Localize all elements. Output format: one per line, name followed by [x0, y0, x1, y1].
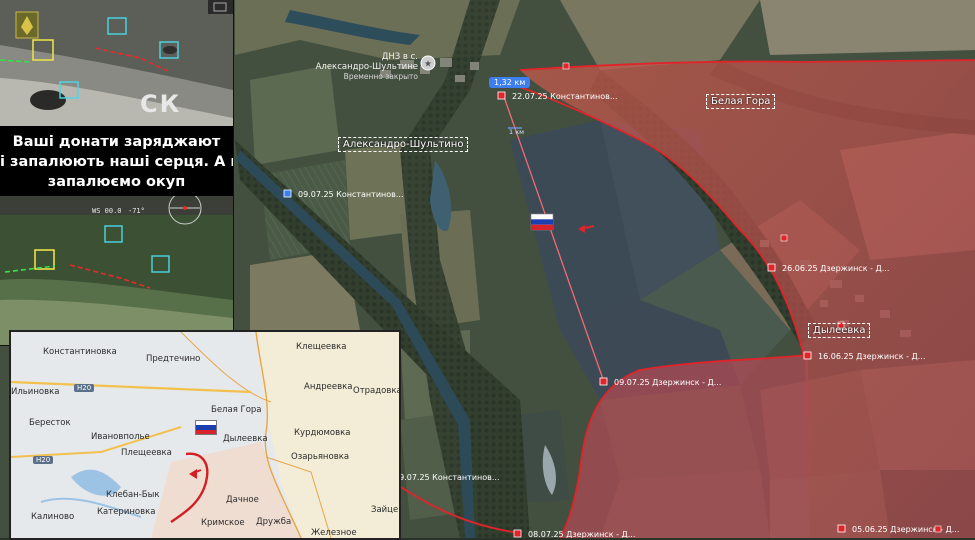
place-label: Ивановполье: [91, 432, 150, 442]
hud-readout: WS 00.0: [92, 207, 122, 215]
place-label: Константиновка: [43, 347, 117, 357]
marker-front-2[interactable]: [780, 234, 788, 242]
place-label: Озарьяновка: [291, 452, 350, 462]
place-label: Калиново: [31, 512, 75, 522]
marker-4[interactable]: 16.06.25 Дзержинск - Д...: [803, 351, 925, 361]
place-label: Кримское: [201, 518, 245, 528]
place-label: Предтечино: [146, 354, 201, 364]
place-label: Ильиновка: [11, 387, 60, 397]
svg-text:09.07.25 Константинов...: 09.07.25 Константинов...: [394, 473, 500, 482]
place-label: Клебан-Бык: [106, 490, 160, 500]
place-label: Железное: [311, 528, 357, 538]
place-label: Дружба: [256, 517, 292, 527]
distance-badge: 1,32 км: [489, 77, 531, 88]
svg-text:26.06.25 Дзержинск - Д...: 26.06.25 Дзержинск - Д...: [782, 264, 889, 273]
village-label-dyleevka: Дылеевка: [808, 323, 871, 338]
village-label-belaya-gora: Белая Гора: [706, 94, 776, 109]
svg-text:ДНЗ в с.: ДНЗ в с.: [382, 52, 418, 62]
place-label: Дачное: [226, 495, 259, 505]
marker-6[interactable]: 09.07.25 Константинов...: [394, 473, 500, 482]
hud-letters: СК: [140, 90, 182, 118]
caption-line: Ваші донати заряджают: [12, 134, 221, 150]
place-label: Отрадовка: [353, 386, 401, 396]
locator-map-inset[interactable]: Константиновка Предтечино Клещеевка Андр…: [9, 330, 401, 540]
svg-text:22.07.25 Константинов...: 22.07.25 Константинов...: [512, 92, 618, 101]
scale-bar: 1 км: [508, 127, 524, 136]
marker-7[interactable]: 08.07.25 Дзержинск - Д...: [513, 529, 635, 538]
marker-3[interactable]: 26.06.25 Дзержинск - Д...: [767, 263, 889, 273]
facility-marker[interactable]: ★: [420, 55, 436, 71]
place-label: Катериновка: [97, 507, 156, 517]
scale-text: 1 км: [509, 128, 524, 136]
marker-5[interactable]: 09.07.25 Дзержинск - Д...: [599, 377, 721, 387]
svg-text:09.07.25 Константинов...: 09.07.25 Константинов...: [298, 190, 404, 199]
flag-icon: [195, 420, 217, 435]
svg-text:08.07.25 Дзержинск - Д...: 08.07.25 Дзержинск - Д...: [528, 530, 635, 538]
video-caption: Ваші донати заряджают і запалюють наші с…: [0, 126, 233, 196]
svg-text:05.06.25 Дзержинск - Д...: 05.06.25 Дзержинск - Д...: [852, 525, 959, 534]
place-label: Белая Гора: [211, 405, 262, 415]
place-label: Зайце: [371, 505, 399, 515]
marker-front-4[interactable]: [934, 525, 942, 533]
hud-angle: -71°: [128, 207, 145, 215]
marker-1[interactable]: 22.07.25 Константинов...: [497, 91, 618, 101]
place-label: Дылеевка: [223, 434, 268, 444]
video-inset: СК Ваші донати заряджают і запалюють наш…: [0, 0, 234, 346]
place-label: Плещеевка: [121, 448, 172, 458]
place-label: Береcток: [29, 418, 71, 428]
svg-text:Временно закрыто: Временно закрыто: [344, 72, 419, 81]
marker-front-1[interactable]: [562, 62, 570, 70]
place-label: Андреевка: [304, 382, 353, 392]
marker-2[interactable]: 09.07.25 Константинов...: [283, 189, 404, 199]
caption-line: і запалюють наші серця. А м: [0, 154, 233, 170]
highway-badge: H20: [33, 456, 54, 464]
village-label-aleksandro-shultino: Александро-Шультино: [338, 137, 469, 152]
place-label: Курдюмовка: [294, 428, 351, 438]
highway-badge: H20: [74, 384, 95, 392]
facility-icon: ★: [424, 60, 432, 70]
svg-text:09.07.25 Дзержинск - Д...: 09.07.25 Дзержинск - Д...: [614, 378, 721, 387]
flag-marker: [530, 213, 554, 231]
caption-line: запалюємо окуп: [47, 174, 186, 190]
unit-emblem-icon: [15, 11, 39, 39]
place-label: Клещеевка: [296, 342, 347, 352]
svg-text:Александро-Шультине: Александро-Шультине: [316, 62, 418, 72]
svg-text:16.06.25 Дзержинск - Д...: 16.06.25 Дзержинск - Д...: [818, 352, 925, 361]
